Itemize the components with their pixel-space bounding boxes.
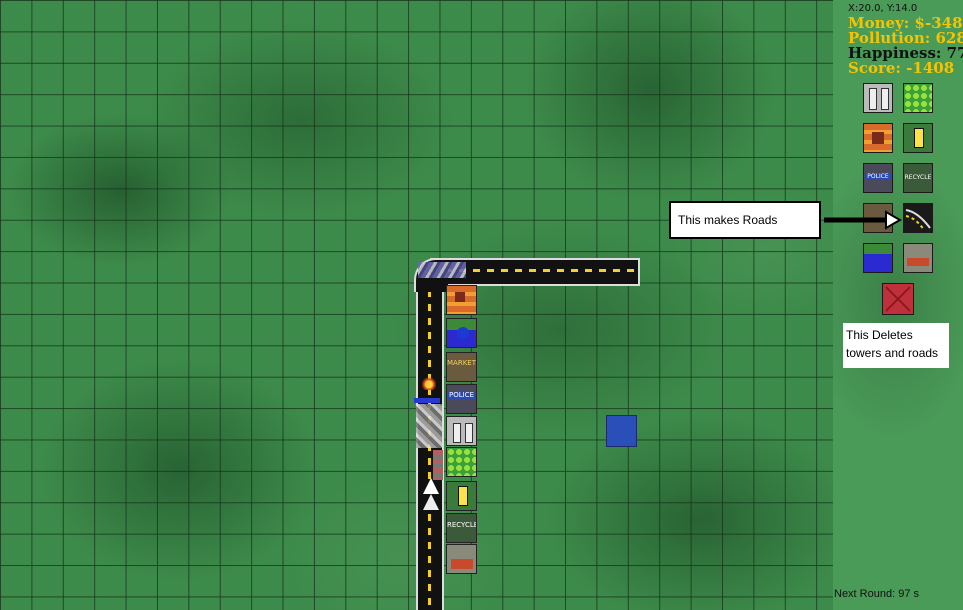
police-tool[interactable]: POLICE xyxy=(863,163,893,193)
water-plant[interactable] xyxy=(446,318,477,348)
recycle-label: RECYCLE xyxy=(447,521,477,529)
factory-tool[interactable] xyxy=(863,83,893,113)
next-round-timer: Next Round: 97 s xyxy=(834,588,919,600)
roads-callout: This makes Roads xyxy=(669,201,821,239)
police-icon: POLICE xyxy=(865,173,891,180)
power-tool[interactable] xyxy=(903,123,933,153)
house-tool[interactable] xyxy=(863,123,893,153)
delete-button[interactable] xyxy=(882,283,914,315)
road-icon xyxy=(905,209,931,231)
game-map[interactable]: MARKET POLICE RECYCLE xyxy=(0,0,833,610)
delete-callout-line2: towers and roads xyxy=(846,346,939,360)
delete-callout-line1: This Deletes xyxy=(846,328,913,342)
factory-icon xyxy=(881,88,889,110)
market[interactable]: MARKET xyxy=(446,352,477,382)
power-icon xyxy=(914,128,924,148)
truck xyxy=(433,450,443,480)
coordinates-readout: X:20.0, Y:14.0 xyxy=(848,3,918,14)
arrow-icon xyxy=(423,494,439,510)
recycle-icon: RECYCLE xyxy=(904,174,932,181)
power[interactable] xyxy=(446,481,477,511)
arrow-icon xyxy=(423,478,439,494)
dump-icon xyxy=(907,258,929,266)
factory[interactable] xyxy=(446,416,477,446)
water-tool[interactable] xyxy=(863,243,893,273)
factory-icon xyxy=(869,88,877,110)
road-vertical-lane xyxy=(428,290,431,610)
market-label: MARKET xyxy=(447,359,476,367)
vehicle-cluster xyxy=(416,404,442,448)
road-tool[interactable] xyxy=(903,203,933,233)
delete-icon xyxy=(885,286,911,312)
police-label: POLICE xyxy=(447,391,476,400)
house-icon xyxy=(872,132,884,144)
road-horizontal-lane xyxy=(445,269,635,272)
delete-callout: This Deletes towers and roads xyxy=(843,323,949,368)
police[interactable]: POLICE xyxy=(446,384,477,414)
recycle-tool[interactable]: RECYCLE xyxy=(903,163,933,193)
recycle[interactable]: RECYCLE xyxy=(446,513,477,543)
park[interactable] xyxy=(446,447,477,477)
police-car xyxy=(414,398,440,403)
dump[interactable] xyxy=(446,544,477,574)
house[interactable] xyxy=(446,285,477,315)
selected-tile[interactable] xyxy=(606,415,637,447)
dump-tool[interactable] xyxy=(903,243,933,273)
vehicle-cluster xyxy=(418,262,466,278)
arrow-icon xyxy=(824,210,902,230)
fire-icon xyxy=(422,376,436,390)
park-tool[interactable] xyxy=(903,83,933,113)
roads-callout-text: This makes Roads xyxy=(678,213,778,227)
score-readout: Score: -1408 xyxy=(848,59,955,77)
